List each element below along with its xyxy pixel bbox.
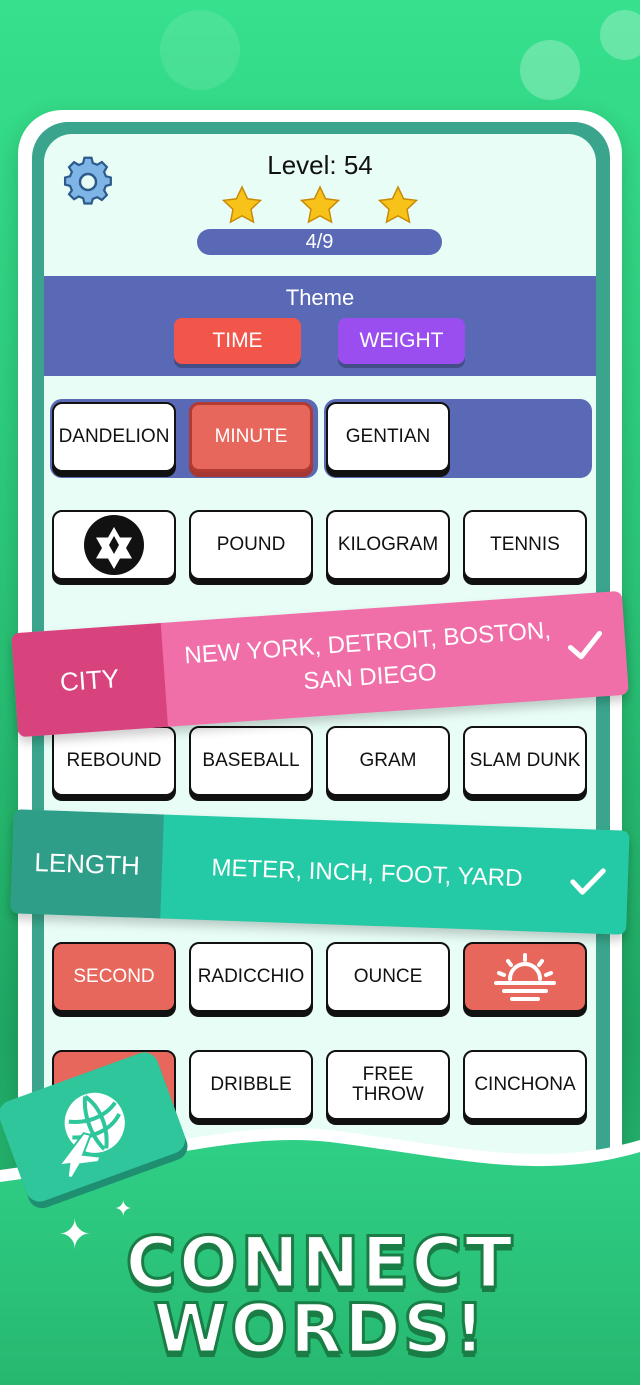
word-tile[interactable]: MINUTE [189, 402, 313, 472]
check-icon [570, 868, 606, 895]
word-tile[interactable]: RADICCHIO [189, 942, 313, 1012]
sunrise-icon [494, 953, 556, 1001]
word-tile[interactable]: KILOGRAM [326, 510, 450, 580]
word-tile[interactable]: BASEBALL [189, 726, 313, 796]
word-tile[interactable]: SECOND [52, 942, 176, 1012]
soccer-ball-icon [84, 515, 144, 575]
solved-category-label: CITY [11, 623, 169, 738]
theme-title: Theme [285, 285, 355, 310]
word-tile[interactable]: GRAM [326, 726, 450, 796]
word-tile[interactable]: DANDELION [52, 402, 176, 472]
theme-category-time[interactable]: TIME [174, 318, 301, 364]
bokeh-light [600, 10, 640, 60]
sparkle-icon: ✦ [114, 1196, 133, 1221]
word-tile[interactable]: GENTIAN [326, 402, 450, 472]
promo-title-line2: WORDS! [152, 1289, 487, 1371]
star-icon [377, 185, 419, 224]
level-label: Level: 54 [267, 150, 373, 180]
word-tile[interactable]: SLAM DUNK [463, 726, 587, 796]
solved-words: METER, INCH, FOOT, YARD [211, 854, 523, 893]
word-tile[interactable]: REBOUND [52, 726, 176, 796]
gear-icon[interactable] [62, 156, 114, 208]
word-tile[interactable]: POUND [189, 510, 313, 580]
progress-bar: 4/9 [197, 229, 442, 255]
bokeh-light [520, 40, 580, 100]
word-tile-soccer-ball[interactable] [52, 510, 176, 580]
star-icon [299, 185, 341, 224]
word-tile[interactable]: TENNIS [463, 510, 587, 580]
star-icon [221, 185, 263, 224]
check-icon [567, 630, 603, 660]
word-tile[interactable]: OUNCE [326, 942, 450, 1012]
solved-category-label: LENGTH [10, 809, 164, 919]
bokeh-light [160, 10, 240, 90]
solved-group-length: LENGTH METER, INCH, FOOT, YARD [10, 809, 630, 935]
word-tile-sunrise[interactable] [463, 942, 587, 1012]
theme-category-weight[interactable]: WEIGHT [338, 318, 465, 364]
